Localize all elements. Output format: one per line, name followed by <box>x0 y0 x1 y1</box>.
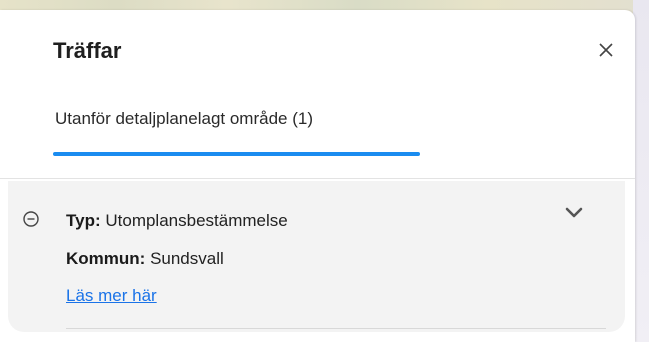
result-type-row: Typ: Utomplansbestämmelse <box>66 211 288 231</box>
tab-utanfor-detaljplan[interactable]: Utanför detaljplanelagt område (1) <box>55 109 313 129</box>
active-tab-indicator <box>53 152 420 156</box>
close-icon <box>599 43 613 57</box>
close-button[interactable] <box>592 36 620 64</box>
result-kommun-row: Kommun: Sundsvall <box>66 249 224 269</box>
read-more-link[interactable]: Läs mer här <box>66 286 157 306</box>
type-label: Typ: <box>66 211 101 230</box>
chevron-down-icon[interactable] <box>562 203 586 223</box>
kommun-value: Sundsvall <box>150 249 224 268</box>
map-edge <box>633 0 649 342</box>
kommun-label: Kommun: <box>66 249 146 268</box>
header-divider <box>0 178 635 179</box>
minus-circle-icon[interactable] <box>22 210 40 228</box>
panel-title: Träffar <box>53 38 122 63</box>
type-value: Utomplansbestämmelse <box>105 211 288 230</box>
card-bottom-divider <box>66 328 606 329</box>
